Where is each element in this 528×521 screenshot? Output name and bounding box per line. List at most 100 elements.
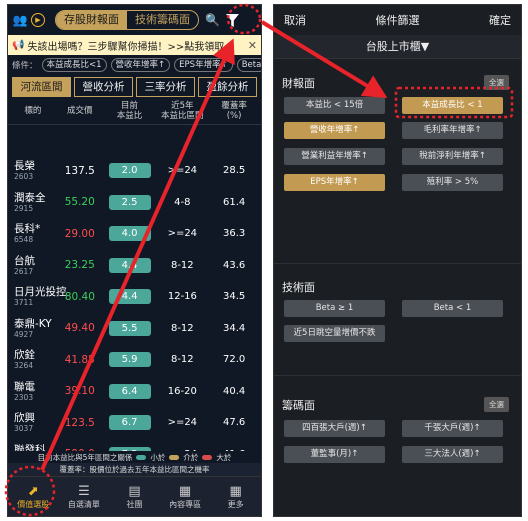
select-all-button[interactable]: 全選 — [484, 397, 509, 412]
list-icon: ☰ — [78, 483, 90, 499]
condition-chip[interactable]: Beta — [236, 58, 261, 72]
filter-option[interactable]: 董監事(月)↑ — [284, 446, 385, 463]
condition-chip[interactable]: 本益成長比<1 — [41, 58, 107, 72]
coverage: 40.4 — [222, 385, 246, 397]
cancel-button[interactable]: 取消 — [284, 12, 306, 28]
stock-row[interactable]: 欣銓 3264 41.85 5.9 8-12 72.0 — [8, 344, 261, 376]
filter-option[interactable]: 營業利益年增率↑ — [284, 148, 385, 165]
filter-option[interactable]: 殖利率 > 5% — [402, 174, 503, 191]
stock-name-cell: 潤泰全 2915 — [10, 192, 56, 213]
filter-option[interactable]: 稅前淨利年增率↑ — [402, 148, 503, 165]
stock-row[interactable]: 台航 2617 23.25 4.4 8-12 43.6 — [8, 250, 261, 282]
filter-option[interactable]: 千張大戶(週)↑ — [402, 420, 503, 437]
filter-option[interactable]: Beta < 1 — [402, 300, 503, 317]
stock-price: 41.85 — [64, 353, 95, 366]
pe-cell: 4.0 — [104, 226, 156, 242]
grid-icon: ▦ — [178, 483, 192, 499]
filter-option-selected[interactable]: EPS年增率↑ — [284, 174, 385, 191]
filter-option[interactable]: Beta ≥ 1 — [284, 300, 385, 317]
stock-row[interactable]: 聯電 2303 39.10 6.4 16-20 40.4 — [8, 376, 261, 408]
filter-option[interactable]: 毛利率年增率↑ — [402, 122, 503, 139]
filter-option[interactable]: 近5日跳空量增價不跌 — [284, 325, 385, 342]
pe-pill: 6.7 — [108, 415, 151, 431]
header-coverage[interactable]: 覆蓋率 (%) — [209, 101, 259, 121]
filter-option[interactable]: 三大法人(週)↑ — [402, 446, 503, 463]
stock-name-cell: 日月光投控 3711 — [10, 286, 67, 307]
pe-cell: 6.7 — [104, 415, 156, 431]
pe-cell: 6.4 — [104, 383, 156, 399]
condition-bar: 條件： 本益成長比<1 營收年增率↑ EPS年增率↑ Beta — [8, 55, 261, 75]
legend: 目前本益比與5年區間之關係 小於 介於 大於 — [8, 451, 261, 463]
tab-margins[interactable]: 三率分析 — [136, 77, 195, 97]
nav-value-picks[interactable]: ⬈ 價值選股 — [8, 477, 59, 516]
nav-content[interactable]: ▦ 內容專區 — [160, 477, 211, 516]
stock-code: 6548 — [14, 235, 34, 245]
condition-chip[interactable]: 營收年增率↑ — [110, 58, 171, 72]
close-icon[interactable]: ✕ — [244, 39, 257, 52]
conditions-label: 條件： — [12, 61, 38, 71]
header-name[interactable]: 標的 — [10, 106, 56, 116]
filter-header: 取消 條件篩選 確定 — [274, 5, 521, 35]
confirm-button[interactable]: 確定 — [489, 12, 511, 28]
stock-name-cell: 長榮 2603 — [10, 160, 56, 181]
stock-row[interactable]: 長科* 6548 29.00 4.0 >=24 36.3 — [8, 218, 261, 250]
filter-option[interactable]: 本益比 < 15倍 — [284, 97, 385, 114]
pe-pill: 6.4 — [108, 383, 151, 399]
stock-name: 台航 — [14, 254, 35, 267]
stock-price: 55.20 — [64, 196, 95, 209]
stock-row[interactable]: 泰鼎-KY 4927 49.40 5.5 8-12 34.4 — [8, 313, 261, 345]
search-icon[interactable]: 🔍 — [205, 13, 220, 27]
header-pe-range[interactable]: 近5年 本益比區間 — [155, 101, 209, 121]
filter-option-selected[interactable]: 營收年增率↑ — [284, 122, 385, 139]
legend-label: 介於 — [183, 452, 199, 462]
pe-pill: 2.0 — [108, 163, 151, 179]
pe-range: 12-16 — [167, 291, 197, 303]
select-all-button[interactable]: 全選 — [484, 75, 509, 90]
chat-icon: ▤ — [128, 483, 141, 499]
coverage: 47.6 — [222, 417, 246, 429]
filter-option[interactable]: 四百張大戶(週)↑ — [284, 420, 385, 437]
stock-price: 137.5 — [64, 164, 95, 177]
stock-row[interactable]: 日月光投控 3711 80.40 4.4 12-16 34.5 — [8, 281, 261, 313]
legend-prefix: 目前本益比與5年區間之關係 — [37, 452, 133, 462]
market-selector[interactable]: 台股上市櫃▼ — [274, 35, 521, 59]
announcement-bar[interactable]: 📢 失該出場嗎？三步驟幫你掃描！>>點我領取e ✕ — [8, 35, 261, 55]
pe-cell: 5.9 — [104, 352, 156, 368]
stock-price: 49.40 — [64, 322, 95, 335]
segment-finance[interactable]: 存股財報面 — [56, 11, 127, 29]
nav-watchlist[interactable]: ☰ 自選清單 — [59, 477, 110, 516]
stock-row[interactable]: 潤泰全 2915 55.20 2.5 4-8 61.4 — [8, 187, 261, 219]
condition-chip[interactable]: EPS年增率↑ — [174, 58, 233, 72]
chips-section: 籌碼面 全選 四百張大戶(週)↑ 千張大戶(週)↑ 董監事(月)↑ 三大法人(週… — [274, 397, 521, 477]
legend-label: 大於 — [216, 452, 232, 462]
segment-technical[interactable]: 技術籌碼面 — [127, 11, 198, 29]
header-price[interactable]: 成交價 — [56, 106, 104, 116]
filter-icon[interactable] — [225, 12, 241, 28]
tab-river[interactable]: 河流區間 — [12, 77, 71, 97]
pe-range: 8-12 — [170, 354, 194, 366]
nav-community[interactable]: ▤ 社團 — [109, 477, 160, 516]
pe-range: >=24 — [167, 417, 198, 429]
tab-revenue[interactable]: 營收分析 — [74, 77, 133, 97]
pe-range: >=24 — [167, 165, 198, 177]
stock-price: 29.00 — [64, 227, 95, 240]
stock-price: 123.5 — [64, 416, 95, 429]
coverage-note: 覆蓋率：股價位於過去五年本益比區間之機率 — [8, 463, 261, 477]
stock-price: 80.40 — [64, 290, 95, 303]
filter-option-selected[interactable]: 本益成長比 < 1 — [402, 97, 503, 114]
stock-row[interactable]: 長榮 2603 137.5 2.0 >=24 28.5 — [8, 155, 261, 187]
stock-code: 2303 — [14, 392, 34, 402]
megaphone-icon: 📢 — [12, 39, 25, 51]
pe-cell: 4.4 — [104, 289, 156, 305]
stock-code: 2617 — [14, 266, 34, 276]
more-icon: ▦ — [229, 483, 242, 499]
nav-more[interactable]: ▦ 更多 — [210, 477, 261, 516]
community-icon[interactable]: 👥 — [12, 12, 28, 28]
stock-row[interactable]: 欣興 3037 123.5 6.7 >=24 47.6 — [8, 407, 261, 439]
tab-earnings[interactable]: 盈餘分析 — [198, 77, 257, 97]
stock-name: 長榮 — [14, 160, 35, 173]
legend-label: 小於 — [150, 452, 166, 462]
stock-name-cell: 聯電 2303 — [10, 381, 56, 402]
header-pe-now[interactable]: 目前 本益比 — [104, 101, 156, 121]
play-icon[interactable]: ▶ — [31, 13, 45, 27]
